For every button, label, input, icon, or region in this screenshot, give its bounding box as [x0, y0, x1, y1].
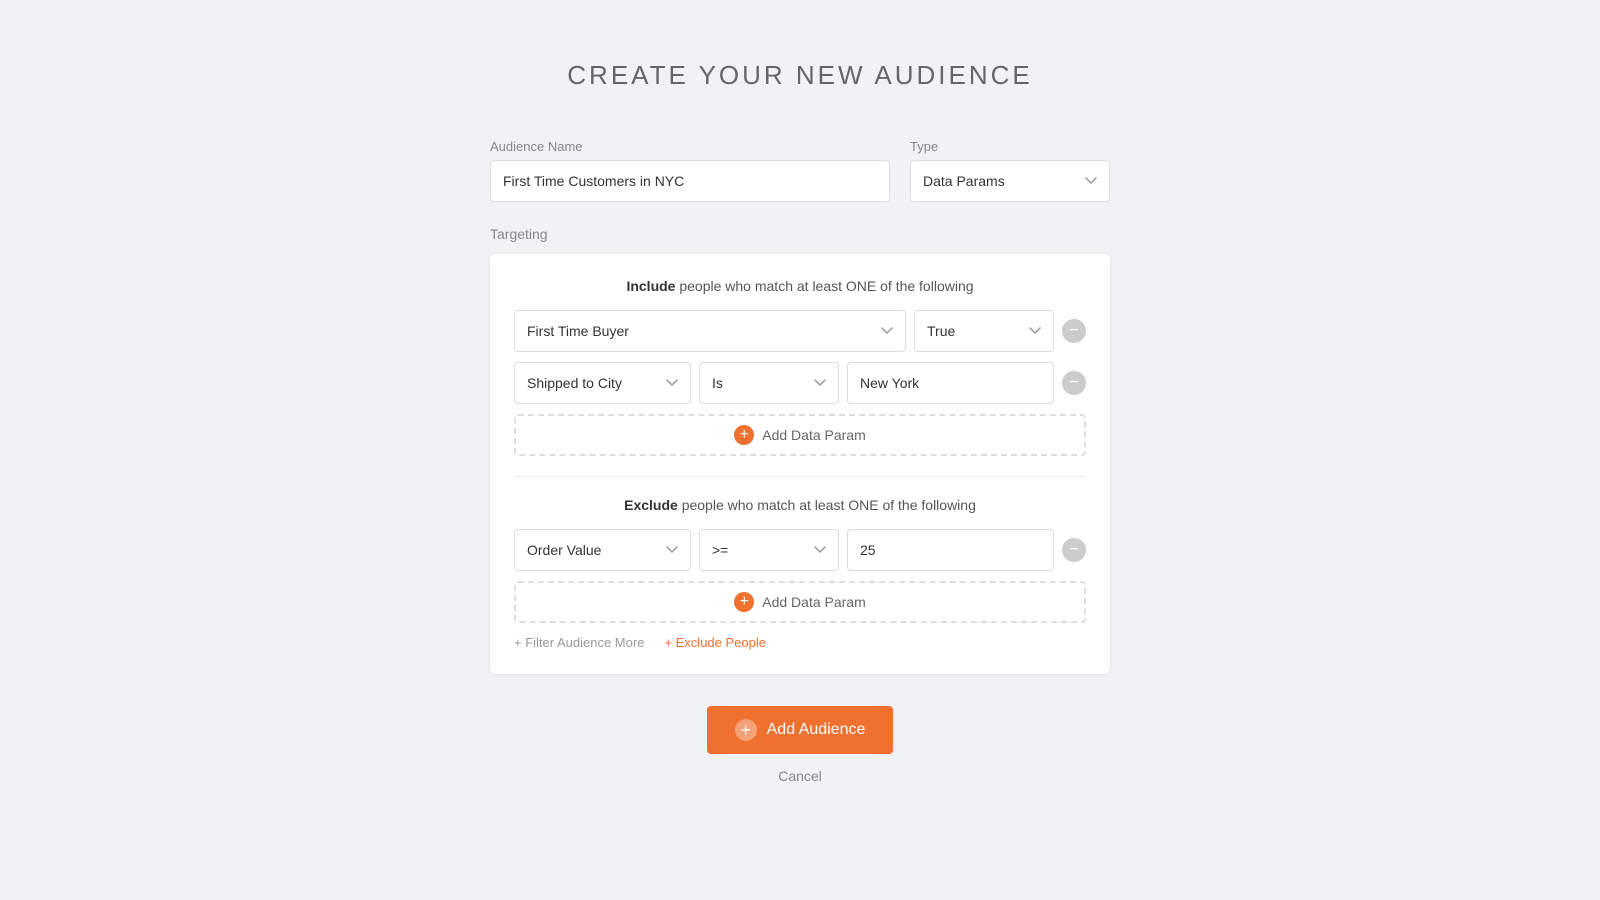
include-row1-param-select[interactable]: First Time Buyer Shipped to City Order V… [514, 310, 906, 352]
targeting-label: Targeting [490, 226, 1110, 242]
add-audience-label: Add Audience [767, 721, 866, 739]
audience-name-input[interactable] [490, 160, 890, 202]
audience-name-group: Audience Name [490, 139, 890, 202]
actions: + Add Audience Cancel [490, 706, 1110, 784]
exclude-row1-param-select[interactable]: First Time Buyer Shipped to City Order V… [514, 529, 691, 571]
page-container: CREATE YOUR NEW AUDIENCE Audience Name T… [490, 60, 1110, 784]
footer-links: + Filter Audience More + Exclude People [514, 635, 1086, 650]
type-select-wrapper: Data Params Custom Lookalike [910, 160, 1110, 202]
include-row2-operator-wrapper: Is Is Not Contains [699, 362, 839, 404]
include-add-param-btn[interactable]: + Add Data Param [514, 414, 1086, 456]
exclude-row1-param-wrapper: First Time Buyer Shipped to City Order V… [514, 529, 691, 571]
include-row2-value-input[interactable] [847, 362, 1054, 404]
filter-audience-more-btn[interactable]: + Filter Audience More [514, 635, 644, 650]
exclude-row1-operator-wrapper: Is Is Not >= <= [699, 529, 839, 571]
include-row1-remove-btn[interactable]: − [1062, 319, 1086, 343]
section-divider [514, 476, 1086, 477]
exclude-row1-remove-btn[interactable]: − [1062, 538, 1086, 562]
exclude-header: Exclude people who match at least ONE of… [514, 497, 1086, 513]
exclude-row1-operator-select[interactable]: Is Is Not >= <= [699, 529, 839, 571]
exclude-rest: people who match at least ONE of the fol… [678, 497, 976, 513]
add-audience-button[interactable]: + Add Audience [707, 706, 894, 754]
include-row-2: First Time Buyer Shipped to City Order V… [514, 362, 1086, 404]
page-title: CREATE YOUR NEW AUDIENCE [490, 60, 1110, 91]
exclude-add-param-btn[interactable]: + Add Data Param [514, 581, 1086, 623]
include-row2-remove-btn[interactable]: − [1062, 371, 1086, 395]
include-row2-param-select[interactable]: First Time Buyer Shipped to City Order V… [514, 362, 691, 404]
type-group: Type Data Params Custom Lookalike [910, 139, 1110, 202]
include-row1-operator-select[interactable]: True False [914, 310, 1054, 352]
exclude-bold: Exclude [624, 497, 678, 513]
exclude-row-1: First Time Buyer Shipped to City Order V… [514, 529, 1086, 571]
include-header: Include people who match at least ONE of… [514, 278, 1086, 294]
exclude-people-btn[interactable]: + Exclude People [664, 635, 766, 650]
include-add-param-icon: + [734, 425, 754, 445]
exclude-add-param-icon: + [734, 592, 754, 612]
include-row2-operator-select[interactable]: Is Is Not Contains [699, 362, 839, 404]
cancel-button[interactable]: Cancel [778, 768, 822, 784]
include-add-param-label: Add Data Param [762, 427, 866, 443]
include-row1-operator-wrapper: True False [914, 310, 1054, 352]
form-section: Audience Name Type Data Params Custom Lo… [490, 139, 1110, 674]
audience-name-label: Audience Name [490, 139, 890, 154]
exclude-add-param-label: Add Data Param [762, 594, 866, 610]
include-rest: people who match at least ONE of the fol… [675, 278, 973, 294]
include-row1-param-wrapper: First Time Buyer Shipped to City Order V… [514, 310, 906, 352]
targeting-section: Targeting Include people who match at le… [490, 226, 1110, 674]
top-form-row: Audience Name Type Data Params Custom Lo… [490, 139, 1110, 202]
add-audience-icon: + [735, 719, 757, 741]
type-label: Type [910, 139, 1110, 154]
include-row-1: First Time Buyer Shipped to City Order V… [514, 310, 1086, 352]
exclude-row1-value-input[interactable] [847, 529, 1054, 571]
type-select[interactable]: Data Params Custom Lookalike [910, 160, 1110, 202]
targeting-box: Include people who match at least ONE of… [490, 254, 1110, 674]
include-row2-param-wrapper: First Time Buyer Shipped to City Order V… [514, 362, 691, 404]
include-bold: Include [626, 278, 675, 294]
